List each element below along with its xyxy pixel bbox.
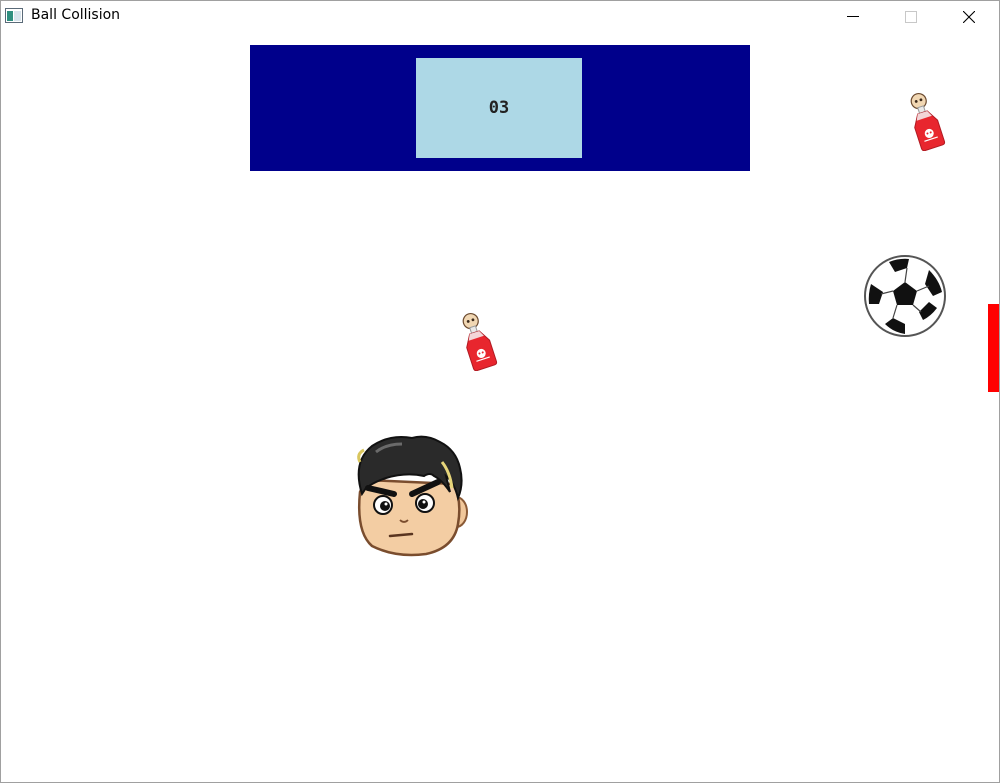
title-bar[interactable]: Ball Collision [1,1,999,32]
window-title: Ball Collision [31,7,121,23]
poison-bottle-icon [910,93,946,151]
game-window: Ball Collision 03 [0,0,1000,783]
close-button[interactable] [946,1,992,32]
maximize-button[interactable] [888,1,934,32]
maximize-icon [905,11,917,23]
soccer-ball-icon [864,255,946,337]
poison-bottle-icon [462,313,498,371]
paddle[interactable] [988,304,999,392]
minimize-icon [847,16,859,17]
app-window-icon [5,8,23,23]
game-canvas[interactable]: 03 [1,32,999,782]
score-value: 03 [488,98,510,118]
score-box: 03 [416,58,582,158]
minimize-button[interactable] [830,1,876,32]
score-panel: 03 [250,45,750,171]
player-face-icon [357,435,468,557]
close-icon [963,11,975,23]
